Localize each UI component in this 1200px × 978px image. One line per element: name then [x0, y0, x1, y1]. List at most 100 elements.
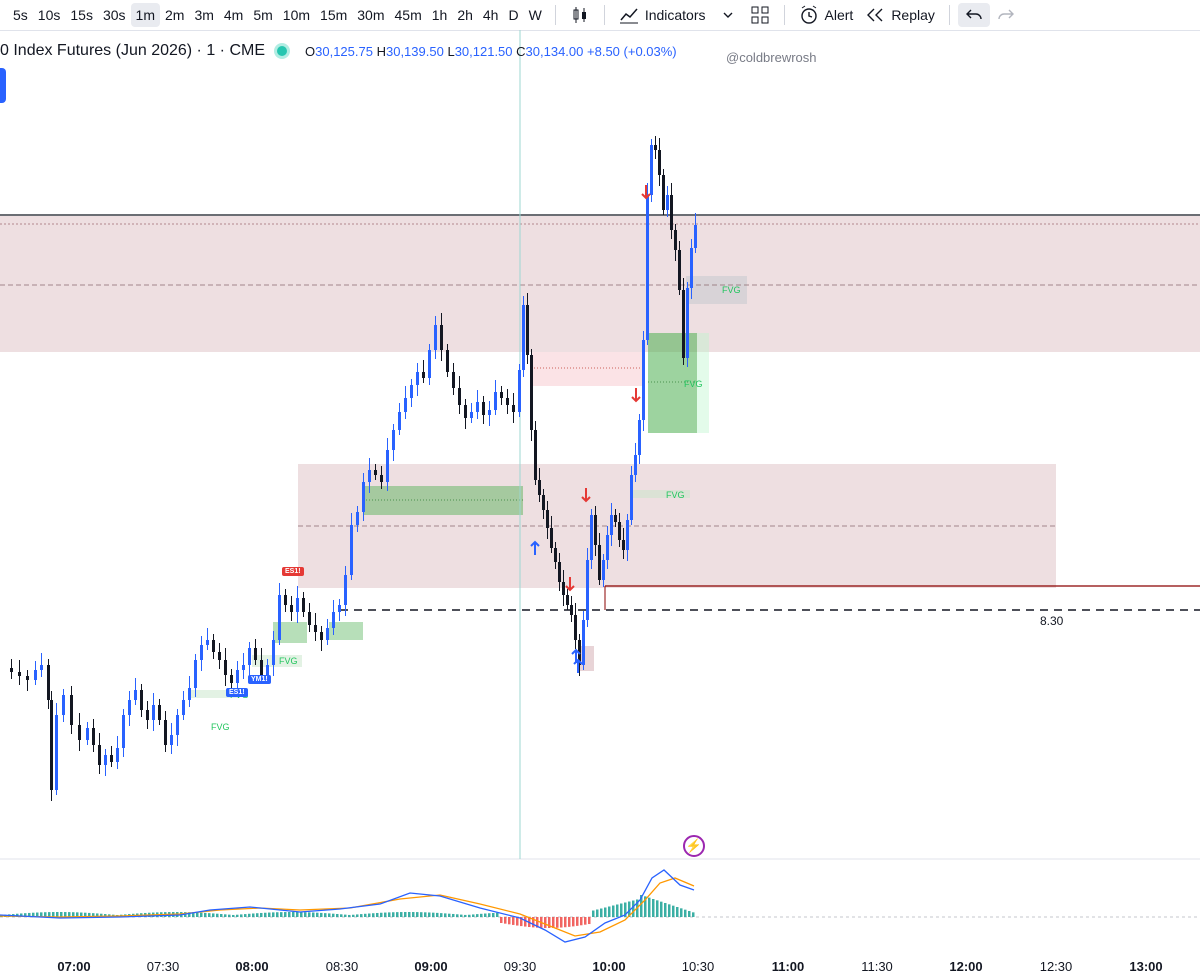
candle [272, 640, 275, 665]
candle [422, 372, 425, 378]
candle [302, 598, 305, 612]
macd-histogram-bar [688, 911, 691, 917]
macd-histogram-bar [448, 913, 451, 917]
macd-histogram-bar [464, 914, 467, 917]
candle [55, 715, 58, 790]
macd-histogram-bar [56, 912, 59, 917]
macd-histogram-bar [428, 912, 431, 917]
symbol-title[interactable]: 0 Index Futures (Jun 2026) · 1 · CME [0, 42, 265, 60]
candle [546, 510, 549, 528]
macd-histogram-bar [488, 913, 491, 917]
toolbar-divider [783, 5, 785, 25]
candle [350, 525, 353, 575]
macd-histogram-bar [612, 905, 615, 917]
timeframe-10s[interactable]: 10s [33, 3, 66, 27]
chart-type-button[interactable] [564, 3, 596, 27]
timeframe-W[interactable]: W [524, 3, 547, 27]
timeframe-30m[interactable]: 30m [352, 3, 389, 27]
candle [610, 515, 613, 535]
indicators-button[interactable]: Indicators [613, 3, 712, 27]
timeframe-5s[interactable]: 5s [8, 3, 33, 27]
macd-histogram-bar [364, 913, 367, 917]
sell-arrow-icon [641, 185, 651, 200]
candles-icon [570, 5, 590, 25]
macd-histogram-bar [664, 903, 667, 917]
lightning-icon[interactable]: ⚡ [683, 835, 705, 857]
candle [658, 150, 661, 175]
timeframe-2h[interactable]: 2h [452, 3, 478, 27]
macd-histogram-bar [572, 917, 575, 927]
macd-histogram-bar [560, 917, 563, 928]
alert-label: Alert [824, 7, 854, 23]
grid-layout-icon [750, 5, 770, 25]
candle [586, 560, 589, 620]
time-axis-label: 12:00 [949, 959, 983, 974]
alert-button[interactable]: Alert [793, 3, 860, 27]
candle [278, 595, 281, 640]
fvg-label: FVG [279, 656, 298, 666]
timeframe-4m[interactable]: 4m [219, 3, 248, 27]
candle [284, 595, 287, 605]
candle [290, 605, 293, 612]
timeframe-D[interactable]: D [503, 3, 523, 27]
time-axis-label: 11:00 [771, 959, 805, 974]
layout-button[interactable] [744, 3, 776, 27]
es1-marker[interactable]: ES1! [282, 567, 304, 576]
time-axis-label: 07:30 [146, 959, 180, 974]
macd-histogram-bar [460, 914, 463, 917]
timeframe-5m[interactable]: 5m [248, 3, 277, 27]
macd-histogram-bar [564, 917, 567, 928]
timeframe-30s[interactable]: 30s [98, 3, 131, 27]
timeframe-10m[interactable]: 10m [278, 3, 315, 27]
timeframe-1m[interactable]: 1m [130, 3, 160, 27]
macd-histogram-bar [584, 917, 587, 925]
macd-histogram-bar [380, 912, 383, 917]
ym1-marker[interactable]: YM1! [248, 675, 271, 684]
candle [320, 632, 323, 640]
macd-histogram-bar [368, 913, 371, 917]
level-price-label: 8.30 [1040, 614, 1064, 628]
candle [646, 195, 649, 340]
candle [194, 660, 197, 688]
side-panel-tab[interactable] [0, 68, 6, 103]
macd-histogram-bar [692, 912, 695, 917]
macd-histogram-bar [300, 912, 303, 917]
macd-histogram-bar [356, 914, 359, 917]
redo-button[interactable] [990, 3, 1022, 27]
timeframe-45m[interactable]: 45m [390, 3, 427, 27]
timeframe-15m[interactable]: 15m [315, 3, 352, 27]
macd-histogram-bar [500, 917, 503, 923]
macd-histogram-bar [348, 914, 351, 917]
candle [602, 560, 605, 580]
candle [392, 430, 395, 450]
candle [368, 470, 371, 482]
timeframe-3m[interactable]: 3m [189, 3, 218, 27]
time-axis-label: 10:00 [592, 959, 626, 974]
candle [590, 515, 593, 560]
undo-button[interactable] [957, 3, 990, 27]
replay-button[interactable]: Replay [859, 3, 941, 27]
time-axis-label: 12:30 [1039, 959, 1073, 974]
macd-histogram-bar [376, 912, 379, 917]
macd-histogram-bar [452, 913, 455, 917]
macd-histogram-bar [512, 917, 515, 925]
indicators-dropdown[interactable] [712, 3, 744, 27]
candle [40, 665, 43, 670]
candle [10, 668, 13, 672]
candle [494, 392, 497, 410]
macd-histogram-bar [592, 910, 595, 917]
es1-marker[interactable]: ES1! [226, 688, 248, 697]
macd-histogram-bar [660, 901, 663, 917]
timeframe-4h[interactable]: 4h [478, 3, 504, 27]
candle [326, 628, 329, 640]
alarm-clock-icon [799, 5, 819, 25]
timeframe-1h[interactable]: 1h [427, 3, 453, 27]
timeframe-15s[interactable]: 15s [65, 3, 98, 27]
macd-histogram-bar [444, 913, 447, 917]
candle [50, 700, 53, 790]
macd-histogram-bar [260, 912, 263, 917]
price-chart[interactable] [0, 30, 1200, 955]
time-axis[interactable]: 07:00 07:30 08:00 08:30 09:00 09:30 10:00 10:30… [0, 955, 1200, 978]
timeframe-2m[interactable]: 2m [160, 3, 189, 27]
candle [110, 755, 113, 762]
